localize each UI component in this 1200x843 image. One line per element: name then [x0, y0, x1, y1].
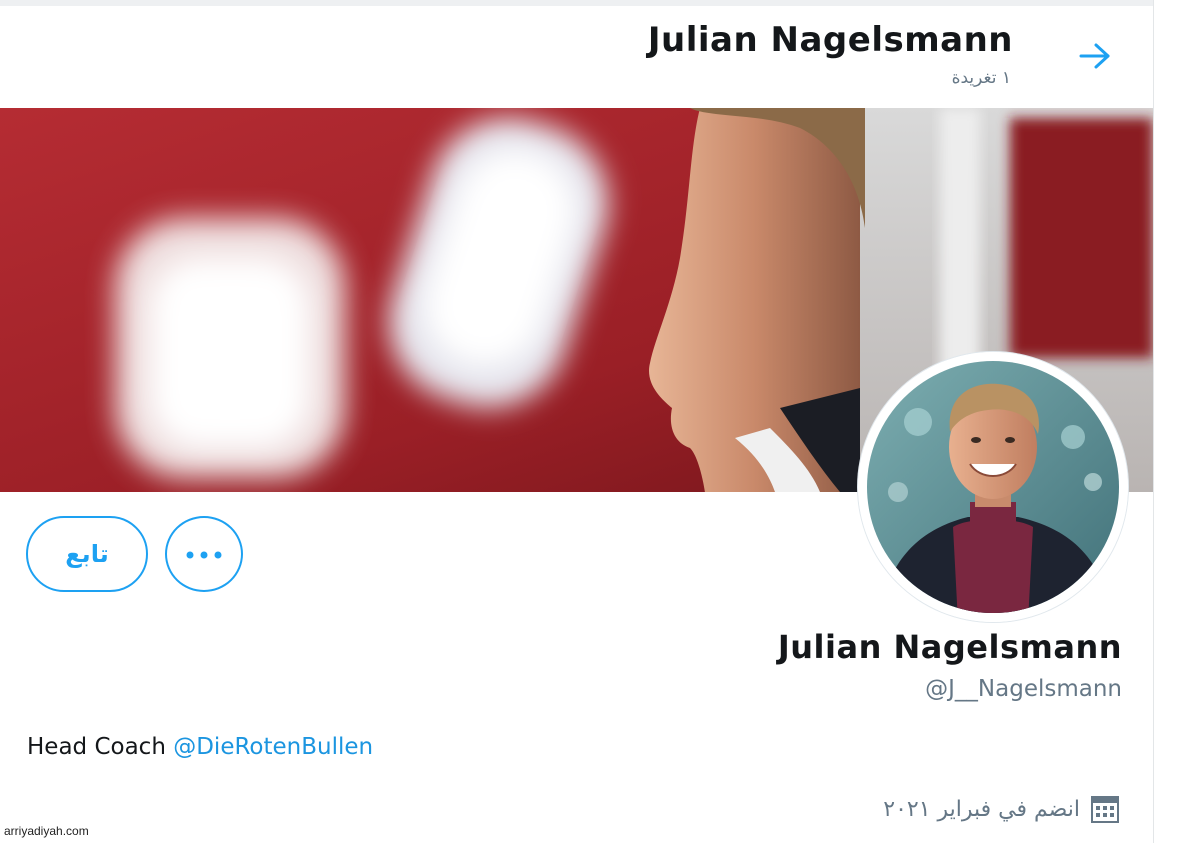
profile-page: Julian Nagelsmann ١ تغريدة تابع Julian N… — [0, 0, 1200, 843]
joined-date: انضم في فبراير ٢٠٢١ — [883, 794, 1120, 824]
profile-header: Julian Nagelsmann ١ تغريدة — [0, 6, 1153, 108]
more-button[interactable] — [165, 516, 243, 592]
more-dots-icon — [184, 545, 224, 564]
profile-name: Julian Nagelsmann — [777, 628, 1122, 666]
arrow-right-icon — [1077, 41, 1113, 75]
joined-text: انضم في فبراير ٢٠٢١ — [883, 796, 1080, 822]
profile-handle: @J__Nagelsmann — [925, 676, 1122, 702]
watermark: arriyadiyah.com — [4, 824, 89, 838]
right-gutter — [1153, 0, 1200, 843]
back-button[interactable] — [1070, 36, 1120, 80]
follow-button[interactable]: تابع — [26, 516, 148, 592]
avatar[interactable] — [858, 352, 1128, 622]
tweet-count: ١ تغريدة — [951, 68, 1011, 88]
bio-mention-link[interactable]: @DieRotenBullen — [173, 734, 373, 760]
header-title: Julian Nagelsmann — [647, 20, 1013, 60]
bio-text: Head Coach — [27, 734, 174, 760]
profile-bio: Head Coach @DieRotenBullen — [27, 734, 373, 760]
calendar-icon — [1090, 794, 1120, 824]
